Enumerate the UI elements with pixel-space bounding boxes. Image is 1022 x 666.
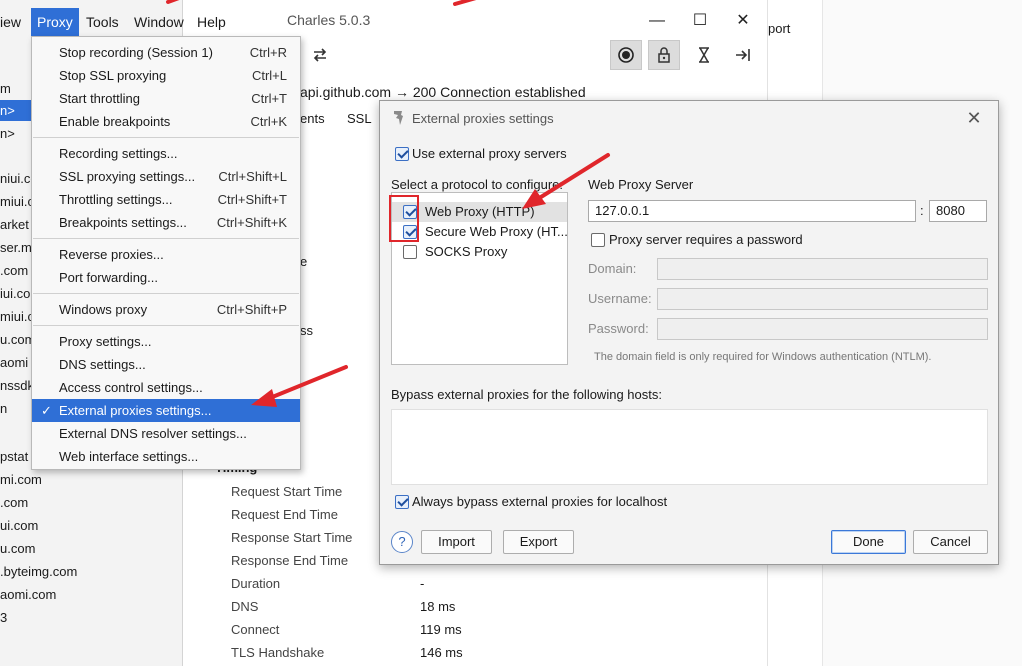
annotation-arrowhead xyxy=(522,189,546,209)
annotation-arrowhead xyxy=(251,389,277,407)
annotation-arrows xyxy=(166,0,610,407)
